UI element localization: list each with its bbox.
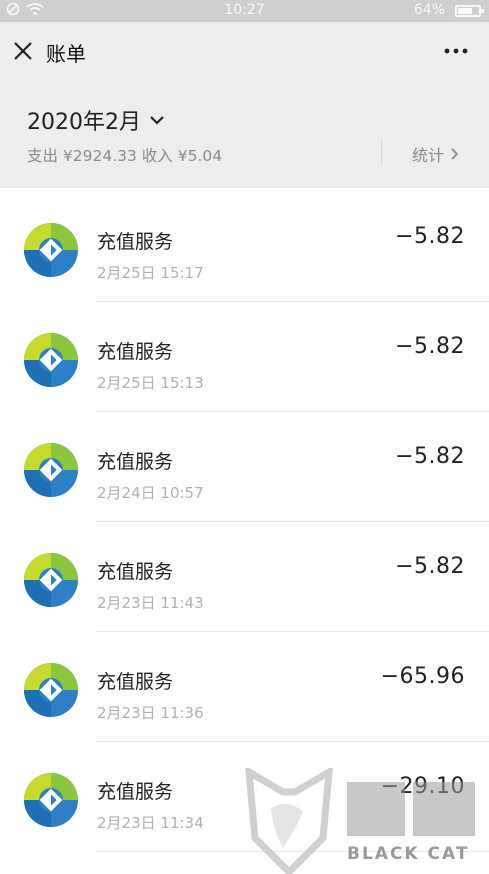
transaction-row[interactable]: 充值服务 2月24日 10:57 −5.82 xyxy=(0,412,489,522)
merchant-logo-icon xyxy=(23,332,79,388)
chevron-right-icon xyxy=(451,148,459,160)
battery-icon xyxy=(455,5,484,17)
merchant-logo-icon xyxy=(23,662,79,718)
stats-button[interactable]: 统计 xyxy=(412,142,460,166)
transaction-name: 充值服务 xyxy=(97,231,174,253)
status-bar: 10:27 64% xyxy=(0,0,489,22)
merchant-logo-icon xyxy=(23,442,79,498)
transaction-name: 充值服务 xyxy=(97,671,174,693)
page-title: 账单 xyxy=(46,42,86,66)
watermark-text: BLACK CAT xyxy=(347,844,469,864)
more-button[interactable] xyxy=(439,36,473,66)
merchant-logo-icon xyxy=(23,772,79,828)
nav-bar: 账单 xyxy=(0,22,489,82)
transaction-row[interactable]: 充值服务 2月23日 11:43 −5.82 xyxy=(0,522,489,632)
summary-divider xyxy=(381,140,382,164)
close-icon xyxy=(14,42,32,60)
more-dots-icon xyxy=(444,48,468,54)
transaction-name: 充值服务 xyxy=(97,561,174,583)
expense-income-totals: 支出 ¥2924.33 收入 ¥5.04 xyxy=(27,147,223,165)
watermark-en: BLACK CAT xyxy=(347,844,470,864)
stats-label: 统计 xyxy=(412,146,445,165)
transaction-row[interactable]: 充值服务 2月25日 15:17 −5.82 xyxy=(0,192,489,302)
chevron-down-icon xyxy=(150,116,164,125)
battery-percentage: 64% xyxy=(413,2,445,18)
transaction-time: 2月23日 11:34 xyxy=(97,814,204,832)
merchant-logo-icon xyxy=(23,222,79,278)
transaction-amount: −65.96 xyxy=(380,664,465,689)
month-label: 2020年2月 xyxy=(27,110,141,135)
bill-summary: 2020年2月 支出 ¥2924.33 收入 ¥5.04 统计 xyxy=(0,82,489,188)
transaction-amount: −5.82 xyxy=(395,334,465,359)
close-button[interactable] xyxy=(8,36,38,66)
transaction-name: 充值服务 xyxy=(97,451,174,473)
transaction-row[interactable]: 充值服务 2月23日 11:36 −65.96 xyxy=(0,632,489,742)
transaction-name: 充值服务 xyxy=(97,781,174,803)
month-selector[interactable]: 2020年2月 xyxy=(27,104,165,136)
transaction-row[interactable]: 充值服务 2月25日 15:13 −5.82 xyxy=(0,302,489,412)
transaction-time: 2月25日 15:17 xyxy=(97,264,204,282)
transaction-time: 2月23日 11:43 xyxy=(97,594,204,612)
merchant-logo-icon xyxy=(23,552,79,608)
transaction-amount: −5.82 xyxy=(395,444,465,469)
transaction-time: 2月23日 11:36 xyxy=(97,704,204,722)
transaction-amount: −5.82 xyxy=(395,554,465,579)
transaction-time: 2月25日 15:13 xyxy=(97,374,204,392)
transaction-amount: −5.82 xyxy=(395,224,465,249)
transaction-name: 充值服务 xyxy=(97,341,174,363)
watermark: BLACK CAT xyxy=(243,765,489,874)
transaction-time: 2月24日 10:57 xyxy=(97,484,204,502)
